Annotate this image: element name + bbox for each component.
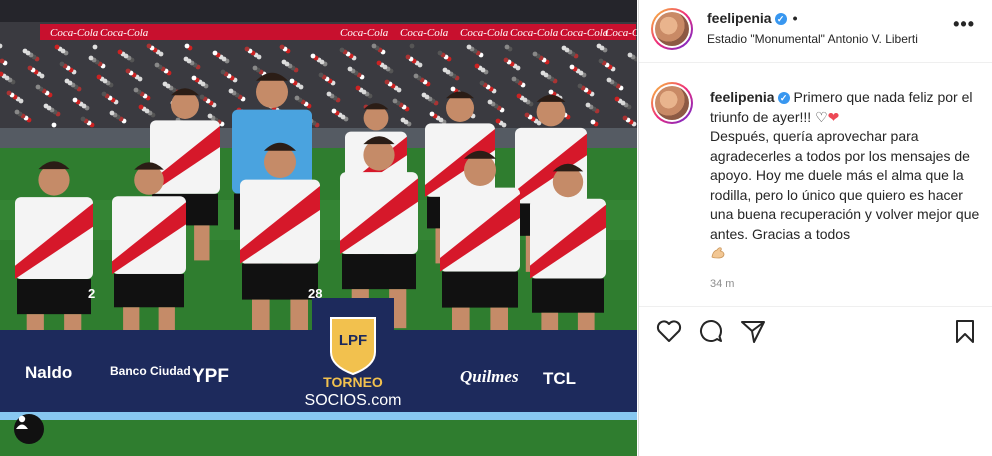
caption: feelipenia ✓ Primero que nada feliz por e…	[710, 88, 982, 266]
heart-icon[interactable]	[655, 317, 683, 345]
comment-icon[interactable]	[697, 317, 725, 345]
ad-board: Coca-Cola	[605, 27, 637, 39]
team-photo-illustration: Coca-Cola Coca-Cola Coca-Cola Coca-Cola …	[0, 0, 637, 456]
sponsor-tcl: TCL	[543, 369, 576, 388]
post-header: feelipenia ✓ • Estadio "Monumental" Antoni…	[639, 0, 992, 63]
post-photo[interactable]: Coca-Cola Coca-Cola Coca-Cola Coca-Cola …	[0, 0, 637, 456]
separator-dot: •	[792, 10, 798, 26]
username-text[interactable]: feelipenia	[707, 10, 772, 26]
flexed-biceps-icon	[711, 247, 725, 259]
ad-board: Coca-Cola	[50, 27, 99, 39]
torneo-text: TORNEO	[323, 374, 383, 390]
lpf-badge-text: LPF	[339, 332, 367, 349]
ad-board: Coca-Cola	[100, 27, 149, 39]
share-icon[interactable]	[739, 317, 767, 345]
jersey-number: 28	[308, 286, 322, 301]
caption-body: Después, quería aprovechar para agradece…	[710, 128, 980, 242]
caption-avatar[interactable]	[651, 82, 693, 124]
white-heart-emoji: ♡	[815, 108, 828, 125]
sponsor-banco-ciudad: Banco Ciudad	[110, 364, 191, 378]
caption-username[interactable]: feelipenia	[710, 89, 775, 105]
verified-badge-icon: ✓	[774, 13, 787, 25]
avatar[interactable]	[651, 8, 693, 50]
verified-badge-icon: ✓	[777, 92, 790, 104]
ad-board: Coca-Cola	[510, 27, 559, 39]
time-ago[interactable]: 34 m	[710, 278, 734, 290]
jersey-number: 2	[88, 286, 95, 301]
ad-board: Coca-Cola	[460, 27, 509, 39]
ad-board-texts: Coca-Cola Coca-Cola Coca-Cola Coca-Cola …	[50, 27, 637, 39]
ad-board: Coca-Cola	[400, 27, 449, 39]
more-options-icon[interactable]: •••	[953, 14, 975, 35]
red-heart-emoji: ❤	[827, 108, 840, 125]
location-link[interactable]: Estadio "Monumental" Antonio V. Liberti	[707, 32, 918, 46]
post-panel: feelipenia ✓ • Estadio "Monumental" Antoni…	[638, 0, 992, 456]
action-bar	[639, 306, 992, 351]
ad-board: Coca-Cola	[560, 27, 609, 39]
ad-board: Coca-Cola	[340, 27, 389, 39]
socios-text: SOCIOS.com	[305, 392, 402, 409]
sponsor-ypf: YPF	[192, 366, 229, 387]
sponsor-naldo: Naldo	[25, 363, 72, 382]
user-tag-icon[interactable]	[14, 414, 44, 444]
bookmark-icon[interactable]	[951, 317, 979, 345]
header-username[interactable]: feelipenia ✓ •	[707, 10, 798, 26]
sponsor-quilmes: Quilmes	[460, 367, 519, 386]
